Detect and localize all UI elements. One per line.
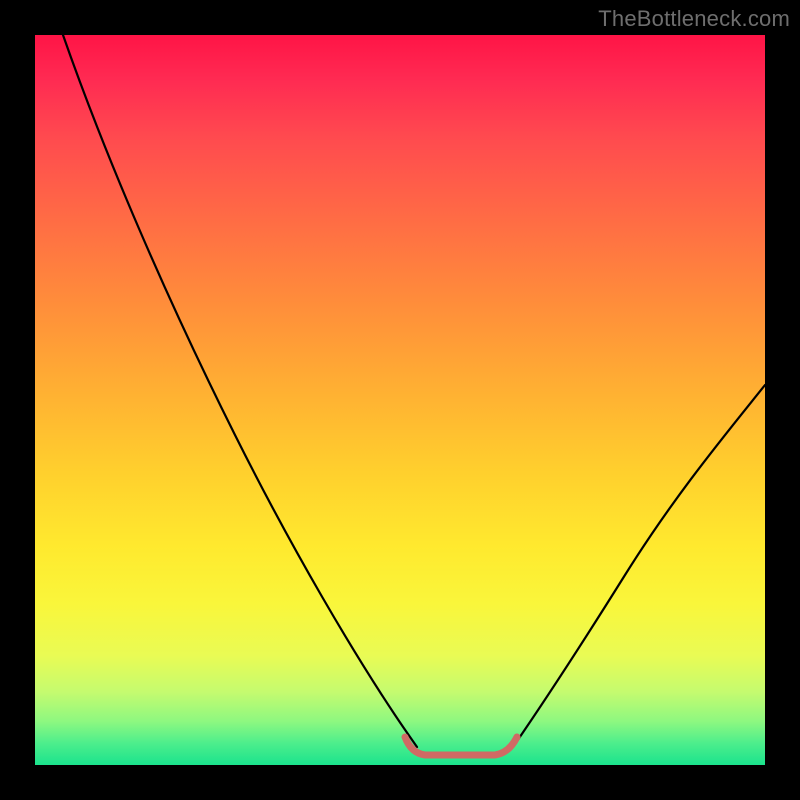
curve-layer	[35, 35, 765, 765]
plot-area	[35, 35, 765, 765]
chart-frame: TheBottleneck.com	[0, 0, 800, 800]
right-curve	[513, 385, 765, 747]
floor-marker	[405, 737, 517, 755]
watermark-text: TheBottleneck.com	[598, 6, 790, 32]
left-curve	[63, 35, 417, 747]
